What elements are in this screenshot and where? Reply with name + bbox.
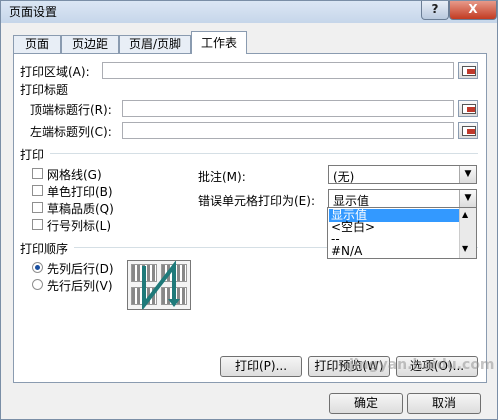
over-then-down-label: 先行后列(V) bbox=[47, 279, 113, 293]
draft-quality-checkbox[interactable] bbox=[32, 202, 43, 213]
scroll-down-icon[interactable]: ▼ bbox=[462, 244, 468, 253]
print-area-input[interactable] bbox=[102, 62, 454, 79]
draft-quality-label: 草稿品质(Q) bbox=[47, 202, 114, 216]
tab-header-footer[interactable]: 页眉/页脚 bbox=[119, 35, 191, 53]
errors-label: 错误单元格打印为(E): bbox=[198, 194, 315, 208]
comments-value: (无) bbox=[333, 170, 355, 184]
rows-to-repeat-label: 顶端标题行(R): bbox=[30, 103, 112, 117]
rows-to-repeat-input[interactable] bbox=[122, 100, 454, 117]
row-col-headings-checkbox[interactable] bbox=[32, 219, 43, 230]
print-area-label: 打印区域(A): bbox=[20, 65, 90, 79]
errors-dropdown-list: 显示值 <空白> -- #N/A ▲ ▼ bbox=[327, 207, 477, 259]
print-button[interactable]: 打印(P)... bbox=[220, 356, 302, 377]
cols-to-repeat-label: 左端标题列(C): bbox=[30, 125, 112, 139]
ok-button[interactable]: 确定 bbox=[329, 393, 403, 414]
scroll-up-icon[interactable]: ▲ bbox=[462, 210, 468, 219]
tab-margins[interactable]: 页边距 bbox=[61, 35, 119, 53]
print-order-preview bbox=[127, 260, 191, 310]
print-divider bbox=[50, 153, 478, 154]
black-white-label: 单色打印(B) bbox=[47, 185, 113, 199]
cols-to-repeat-input[interactable] bbox=[122, 122, 454, 139]
cancel-button[interactable]: 取消 bbox=[407, 393, 481, 414]
order-arrow-icon bbox=[142, 261, 180, 309]
rows-collapse-icon[interactable] bbox=[458, 100, 478, 117]
help-button[interactable]: ? bbox=[421, 1, 449, 20]
over-then-down-radio[interactable] bbox=[32, 279, 43, 290]
dropdown-scrollbar[interactable]: ▲ ▼ bbox=[459, 208, 476, 258]
print-heading: 打印 bbox=[20, 148, 45, 162]
gridlines-label: 网格线(G) bbox=[47, 168, 102, 182]
row-col-headings-label: 行号列标(L) bbox=[47, 219, 112, 233]
print-titles-heading: 打印标题 bbox=[20, 83, 69, 97]
comments-select[interactable]: (无) ▼ bbox=[328, 165, 477, 184]
print-order-heading: 打印顺序 bbox=[20, 242, 69, 256]
dropdown-option[interactable]: #N/A bbox=[329, 245, 462, 258]
title-bar: 页面设置 ? X bbox=[1, 1, 497, 23]
down-then-over-label: 先列后行(D) bbox=[47, 262, 114, 276]
chevron-down-icon[interactable]: ▼ bbox=[459, 190, 476, 207]
errors-select[interactable]: 显示值 ▼ bbox=[328, 189, 477, 208]
watermark-text: jingyan.baidu.com bbox=[349, 357, 495, 373]
comments-label: 批注(M): bbox=[198, 170, 246, 184]
tab-page[interactable]: 页面 bbox=[13, 35, 61, 53]
cols-collapse-icon[interactable] bbox=[458, 122, 478, 139]
page-setup-dialog: 页面设置 ? X 页面 页边距 页眉/页脚 工作表 打印区域(A): 打印标题 … bbox=[0, 0, 498, 420]
gridlines-checkbox[interactable] bbox=[32, 168, 43, 179]
down-then-over-radio[interactable] bbox=[32, 262, 43, 273]
chevron-down-icon[interactable]: ▼ bbox=[459, 166, 476, 183]
black-white-checkbox[interactable] bbox=[32, 185, 43, 196]
print-area-collapse-icon[interactable] bbox=[458, 62, 478, 79]
window-title: 页面设置 bbox=[9, 5, 58, 19]
close-button[interactable]: X bbox=[449, 1, 497, 20]
tab-sheet[interactable]: 工作表 bbox=[191, 31, 247, 54]
